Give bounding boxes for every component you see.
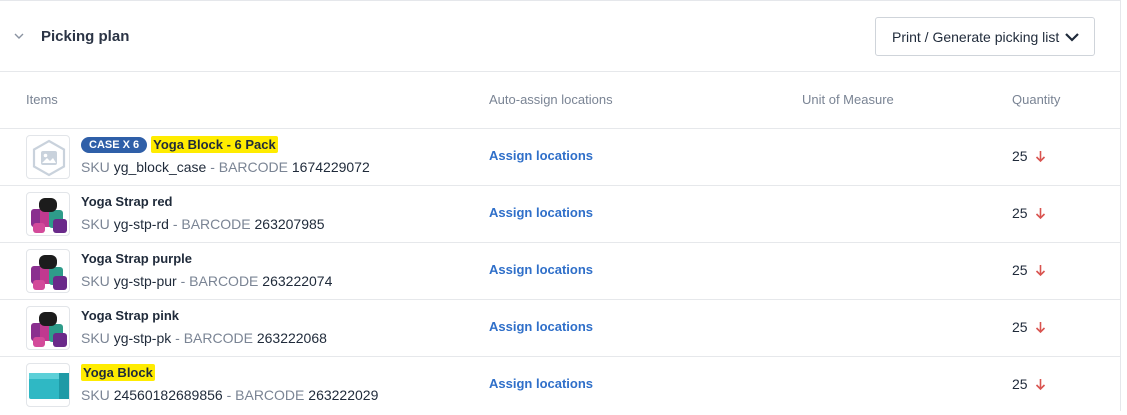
column-header-items: Items — [26, 92, 58, 107]
item-sku-barcode: SKU yg-stp-rd - BARCODE 263207985 — [81, 216, 325, 232]
assign-locations-link[interactable]: Assign locations — [489, 376, 593, 391]
barcode-value: 263222068 — [256, 330, 327, 346]
product-image — [26, 306, 70, 350]
placeholder-image-icon — [26, 135, 70, 179]
quantity-cell: 25 — [1012, 376, 1046, 392]
item-name: Yoga Strap purple — [81, 251, 192, 266]
picking-plan-header: Picking plan Print / Generate picking li… — [0, 1, 1120, 72]
table-row: CASE X 6 Yoga Block - 6 Pack SKU yg_block… — [0, 129, 1120, 186]
column-header-auto-assign: Auto-assign locations — [489, 92, 613, 107]
item-sku-barcode: SKU yg-stp-pur - BARCODE 263222074 — [81, 273, 333, 289]
product-image — [26, 249, 70, 293]
quantity-cell: 25 — [1012, 148, 1046, 164]
arrow-down-icon[interactable] — [1035, 321, 1046, 334]
chevron-down-icon — [1065, 33, 1079, 42]
barcode-value: 263222074 — [262, 273, 333, 289]
section-title: Picking plan — [41, 28, 130, 45]
quantity-value: 25 — [1012, 205, 1028, 221]
assign-locations-link[interactable]: Assign locations — [489, 148, 593, 163]
chevron-down-icon[interactable] — [12, 29, 26, 43]
quantity-value: 25 — [1012, 319, 1028, 335]
sku-value: yg_block_case — [113, 159, 207, 175]
assign-locations-link[interactable]: Assign locations — [489, 262, 593, 277]
item-name: Yoga Strap pink — [81, 308, 179, 323]
table-header: Items Auto-assign locations Unit of Meas… — [0, 72, 1120, 129]
item-name: Yoga Block - 6 Pack — [151, 136, 278, 153]
quantity-value: 25 — [1012, 376, 1028, 392]
sku-value: yg-stp-pur — [113, 273, 177, 289]
column-header-quantity: Quantity — [1012, 92, 1061, 107]
table-row: Yoga Strap red SKU yg-stp-rd - BARCODE 2… — [0, 186, 1120, 243]
product-image — [26, 192, 70, 236]
item-sku-barcode: SKU 24560182689856 - BARCODE 263222029 — [81, 387, 379, 403]
sku-value: yg-stp-rd — [113, 216, 169, 232]
item-name: Yoga Block — [81, 364, 155, 381]
quantity-value: 25 — [1012, 148, 1028, 164]
product-image — [26, 363, 70, 407]
quantity-cell: 25 — [1012, 262, 1046, 278]
table-body: CASE X 6 Yoga Block - 6 Pack SKU yg_block… — [0, 129, 1120, 413]
print-button-label: Print / Generate picking list — [892, 28, 1060, 45]
arrow-down-icon[interactable] — [1035, 150, 1046, 163]
barcode-value: 263207985 — [254, 216, 325, 232]
quantity-value: 25 — [1012, 262, 1028, 278]
barcode-value: 1674229072 — [291, 159, 370, 175]
table-row: Yoga Strap pink SKU yg-stp-pk - BARCODE … — [0, 300, 1120, 357]
table-row: Yoga Block SKU 24560182689856 - BARCODE … — [0, 357, 1120, 413]
item-name: Yoga Strap red — [81, 194, 173, 209]
item-sku-barcode: SKU yg_block_case - BARCODE 1674229072 — [81, 159, 370, 175]
arrow-down-icon[interactable] — [1035, 207, 1046, 220]
picking-plan-panel: Picking plan Print / Generate picking li… — [0, 0, 1121, 411]
table-row: Yoga Strap purple SKU yg-stp-pur - BARCO… — [0, 243, 1120, 300]
case-badge: CASE X 6 — [81, 137, 148, 153]
quantity-cell: 25 — [1012, 205, 1046, 221]
sku-value: 24560182689856 — [113, 387, 223, 403]
arrow-down-icon[interactable] — [1035, 264, 1046, 277]
print-generate-picking-list-button[interactable]: Print / Generate picking list — [875, 17, 1095, 56]
quantity-cell: 25 — [1012, 319, 1046, 335]
arrow-down-icon[interactable] — [1035, 378, 1046, 391]
assign-locations-link[interactable]: Assign locations — [489, 319, 593, 334]
column-header-uom: Unit of Measure — [802, 92, 894, 107]
item-sku-barcode: SKU yg-stp-pk - BARCODE 263222068 — [81, 330, 327, 346]
sku-value: yg-stp-pk — [113, 330, 172, 346]
barcode-value: 263222029 — [308, 387, 379, 403]
assign-locations-link[interactable]: Assign locations — [489, 205, 593, 220]
